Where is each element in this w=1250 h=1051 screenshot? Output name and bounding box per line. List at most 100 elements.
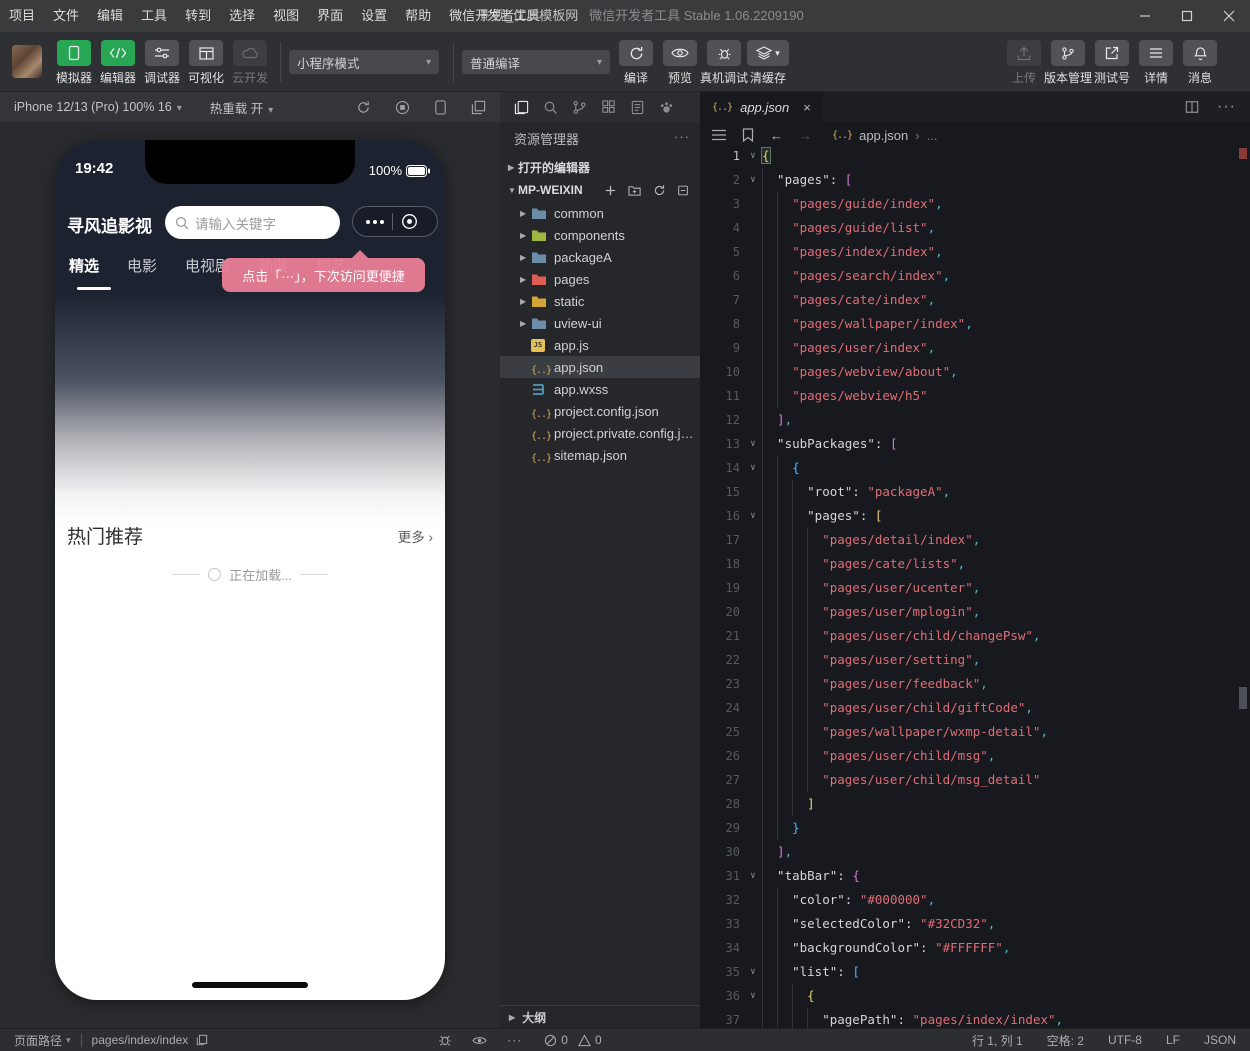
fold-chevron-icon[interactable]: ∨ [746, 168, 760, 192]
search-input[interactable]: 请输入关键字 [165, 206, 340, 239]
tree-item-uview-ui[interactable]: ▶uview-ui [500, 312, 700, 334]
record-icon[interactable] [395, 100, 410, 115]
status--1-1[interactable]: 行 1, 列 1 [972, 1032, 1023, 1049]
menu-项目[interactable]: 项目 [0, 0, 44, 32]
minimize-button[interactable] [1124, 0, 1166, 32]
可视化-button[interactable]: 可视化 [184, 40, 228, 86]
tree-item-pages[interactable]: ▶pages [500, 268, 700, 290]
tree-item-app-wxss[interactable]: app.wxss [500, 378, 700, 400]
close-target-icon[interactable] [401, 213, 418, 230]
close-tab-icon[interactable]: × [803, 100, 811, 115]
tree-item-app-json[interactable]: {..}app.json [500, 356, 700, 378]
file-name: sitemap.json [554, 448, 627, 463]
problems-indicator[interactable]: 0 0 [544, 1033, 601, 1047]
tree-item-components[interactable]: ▶components [500, 224, 700, 246]
编译-button[interactable]: 编译 [614, 40, 658, 86]
copy-path-icon[interactable] [196, 1034, 208, 1046]
refresh-icon[interactable] [653, 184, 666, 197]
watch-eye-icon[interactable] [472, 1035, 487, 1046]
tree-item-project-config-json[interactable]: {..}project.config.json [500, 400, 700, 422]
page-path-select[interactable]: 页面路径▾ [14, 1032, 71, 1049]
search-icon[interactable] [543, 100, 558, 115]
测试号-button[interactable]: 测试号 [1090, 40, 1134, 86]
menu-文件[interactable]: 文件 [44, 0, 88, 32]
tab-精选[interactable]: 精选 [69, 255, 99, 276]
split-editor-icon[interactable] [1185, 100, 1199, 114]
vconsole-bug-icon[interactable] [438, 1033, 452, 1047]
fold-chevron-icon[interactable]: ∨ [746, 456, 760, 480]
more-menu-icon[interactable] [366, 220, 384, 224]
device-frame-icon[interactable] [434, 100, 447, 115]
status-JSON[interactable]: JSON [1204, 1032, 1236, 1049]
menu-编辑[interactable]: 编辑 [88, 0, 132, 32]
hot-reload-toggle[interactable]: 热重载 开▾ [210, 98, 274, 117]
rotate-icon[interactable] [356, 100, 371, 115]
mode-select[interactable]: 小程序模式▾ [289, 50, 439, 74]
indent-guide [762, 1008, 763, 1028]
compile-select[interactable]: 普通编译▾ [462, 50, 610, 74]
maximize-button[interactable] [1166, 0, 1208, 32]
editor-more-icon[interactable]: ··· [1217, 98, 1236, 116]
status-UTF-8[interactable]: UTF-8 [1108, 1032, 1142, 1049]
extensions-icon[interactable] [601, 100, 616, 115]
new-folder-icon[interactable] [628, 184, 642, 197]
详情-button[interactable]: 详情 [1134, 40, 1178, 86]
open-editors-section[interactable]: ▶ 打开的编辑器 [500, 156, 700, 178]
消息-button[interactable]: 消息 [1178, 40, 1222, 86]
outline-toggle-icon[interactable] [712, 129, 726, 141]
menu-帮助[interactable]: 帮助 [396, 0, 440, 32]
tree-item-sitemap-json[interactable]: {..}sitemap.json [500, 444, 700, 466]
模拟器-button[interactable]: 模拟器 [52, 40, 96, 86]
menu-界面[interactable]: 界面 [308, 0, 352, 32]
line-content: "pages": [ [762, 504, 1236, 528]
fold-chevron-icon[interactable]: ∨ [746, 432, 760, 456]
tree-item-packageA[interactable]: ▶packageA [500, 246, 700, 268]
bookmark-icon[interactable] [742, 128, 754, 142]
multi-window-icon[interactable] [471, 100, 486, 115]
调试器-button[interactable]: 调试器 [140, 40, 184, 86]
fold-chevron-icon[interactable]: ∨ [746, 504, 760, 528]
scrollbar[interactable] [1236, 144, 1250, 1028]
outline-section[interactable]: ▶ 大纲 [500, 1005, 700, 1028]
paw-icon[interactable] [659, 100, 674, 115]
new-file-icon[interactable] [604, 184, 617, 197]
nav-back-icon[interactable]: ← [770, 128, 783, 143]
code-area[interactable]: 1∨{2∨"pages": [3"pages/guide/index",4"pa… [700, 144, 1250, 1028]
menu-设置[interactable]: 设置 [352, 0, 396, 32]
预览-button[interactable]: 预览 [658, 40, 702, 86]
breadcrumb[interactable]: {..} app.json › ... [832, 128, 937, 143]
fold-chevron-icon[interactable]: ∨ [746, 864, 760, 888]
more-link[interactable]: 更多 › [398, 526, 433, 546]
menu-转到[interactable]: 转到 [176, 0, 220, 32]
indent-guide [762, 960, 763, 984]
status--2[interactable]: 空格: 2 [1047, 1032, 1084, 1049]
fold-chevron-icon[interactable]: ∨ [746, 144, 760, 168]
git-branch-icon[interactable] [572, 100, 587, 115]
fold-chevron-icon[interactable]: ∨ [746, 984, 760, 1008]
tree-item-static[interactable]: ▶static [500, 290, 700, 312]
menu-视图[interactable]: 视图 [264, 0, 308, 32]
fold-chevron-icon[interactable]: ∨ [746, 960, 760, 984]
close-button[interactable] [1208, 0, 1250, 32]
status-LF[interactable]: LF [1166, 1032, 1180, 1049]
npm-panel-icon[interactable] [630, 100, 645, 115]
menu-选择[interactable]: 选择 [220, 0, 264, 32]
真机调试-button[interactable]: 真机调试 [702, 40, 746, 86]
collapse-all-icon[interactable] [677, 184, 690, 197]
编辑器-button[interactable]: 编辑器 [96, 40, 140, 86]
project-root[interactable]: ▼ MP-WEIXIN [500, 179, 700, 201]
tree-item-project-private-config-js-[interactable]: {..}project.private.config.js... [500, 422, 700, 444]
清缓存-button[interactable]: ▾清缓存 [746, 40, 790, 86]
menu-工具[interactable]: 工具 [132, 0, 176, 32]
版本管理-button[interactable]: 版本管理 [1046, 40, 1090, 86]
code-line-16: 16∨"pages": [ [700, 504, 1250, 528]
tab-电影[interactable]: 电影 [127, 255, 157, 276]
statusbar-more-icon[interactable]: ··· [507, 1033, 522, 1047]
files-icon[interactable] [514, 100, 529, 115]
tree-item-app-js[interactable]: JSapp.js [500, 334, 700, 356]
avatar[interactable] [12, 45, 42, 78]
more-actions-icon[interactable]: ··· [674, 129, 690, 148]
device-select[interactable]: iPhone 12/13 (Pro) 100% 16▾ [14, 100, 182, 114]
tree-item-common[interactable]: ▶common [500, 202, 700, 224]
tab-app-json[interactable]: {..} app.json × [700, 92, 823, 122]
